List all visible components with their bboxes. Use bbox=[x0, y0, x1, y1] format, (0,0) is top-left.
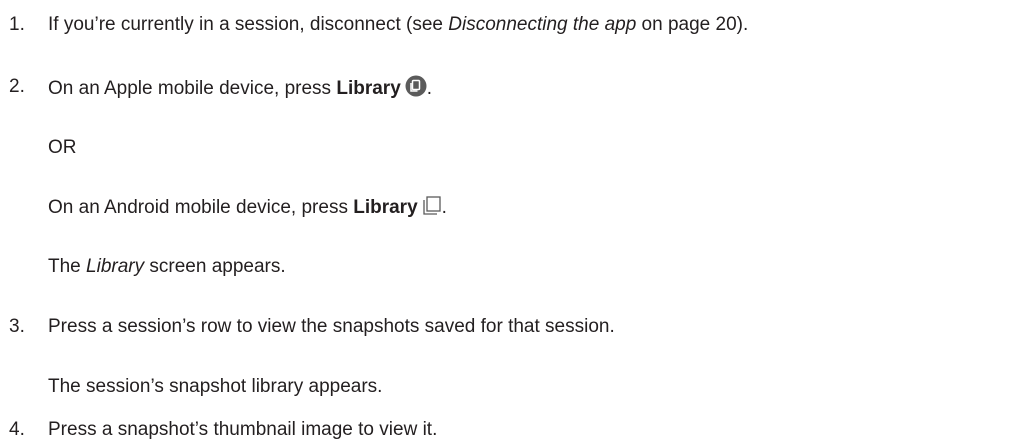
step-2-android-text: On an Android mobile device, press Libra… bbox=[48, 196, 447, 220]
library-label-apple: Library bbox=[336, 78, 401, 99]
step-4-text: Press a snapshot’s thumbnail image to vi… bbox=[48, 419, 438, 440]
step-2-number: 2. bbox=[9, 76, 25, 97]
step-2-android-after: . bbox=[441, 197, 447, 218]
step-2-result-after: screen appears. bbox=[144, 256, 286, 277]
step-4-number: 4. bbox=[9, 419, 25, 440]
step-1-text-after: on page 20). bbox=[636, 14, 749, 35]
step-1-text-before: If you’re currently in a session, discon… bbox=[48, 14, 449, 35]
library-icon-apple bbox=[405, 75, 427, 97]
step-3-number: 3. bbox=[9, 316, 25, 337]
step-1-number: 1. bbox=[9, 14, 25, 35]
or-text: OR bbox=[48, 137, 77, 158]
disconnecting-the-app-reference: Disconnecting the app bbox=[448, 14, 637, 35]
step-2-apple-before: On an Apple mobile device, press bbox=[48, 78, 337, 99]
step-1-text: If you’re currently in a session, discon… bbox=[48, 13, 748, 37]
step-2-apple-text: On an Apple mobile device, press Library… bbox=[48, 75, 432, 101]
step-3-result: The session’s snapshot library appears. bbox=[48, 376, 383, 397]
step-2-android-before: On an Android mobile device, press bbox=[48, 197, 354, 218]
library-label-android: Library bbox=[353, 197, 418, 218]
library-screen-name: Library bbox=[86, 256, 145, 277]
step-2-result: The Library screen appears. bbox=[48, 255, 286, 279]
step-2-apple-after: . bbox=[426, 78, 433, 99]
step-3-text: Press a session’s row to view the snapsh… bbox=[48, 316, 615, 337]
step-2-result-before: The bbox=[48, 256, 87, 277]
library-icon-android bbox=[422, 196, 442, 216]
